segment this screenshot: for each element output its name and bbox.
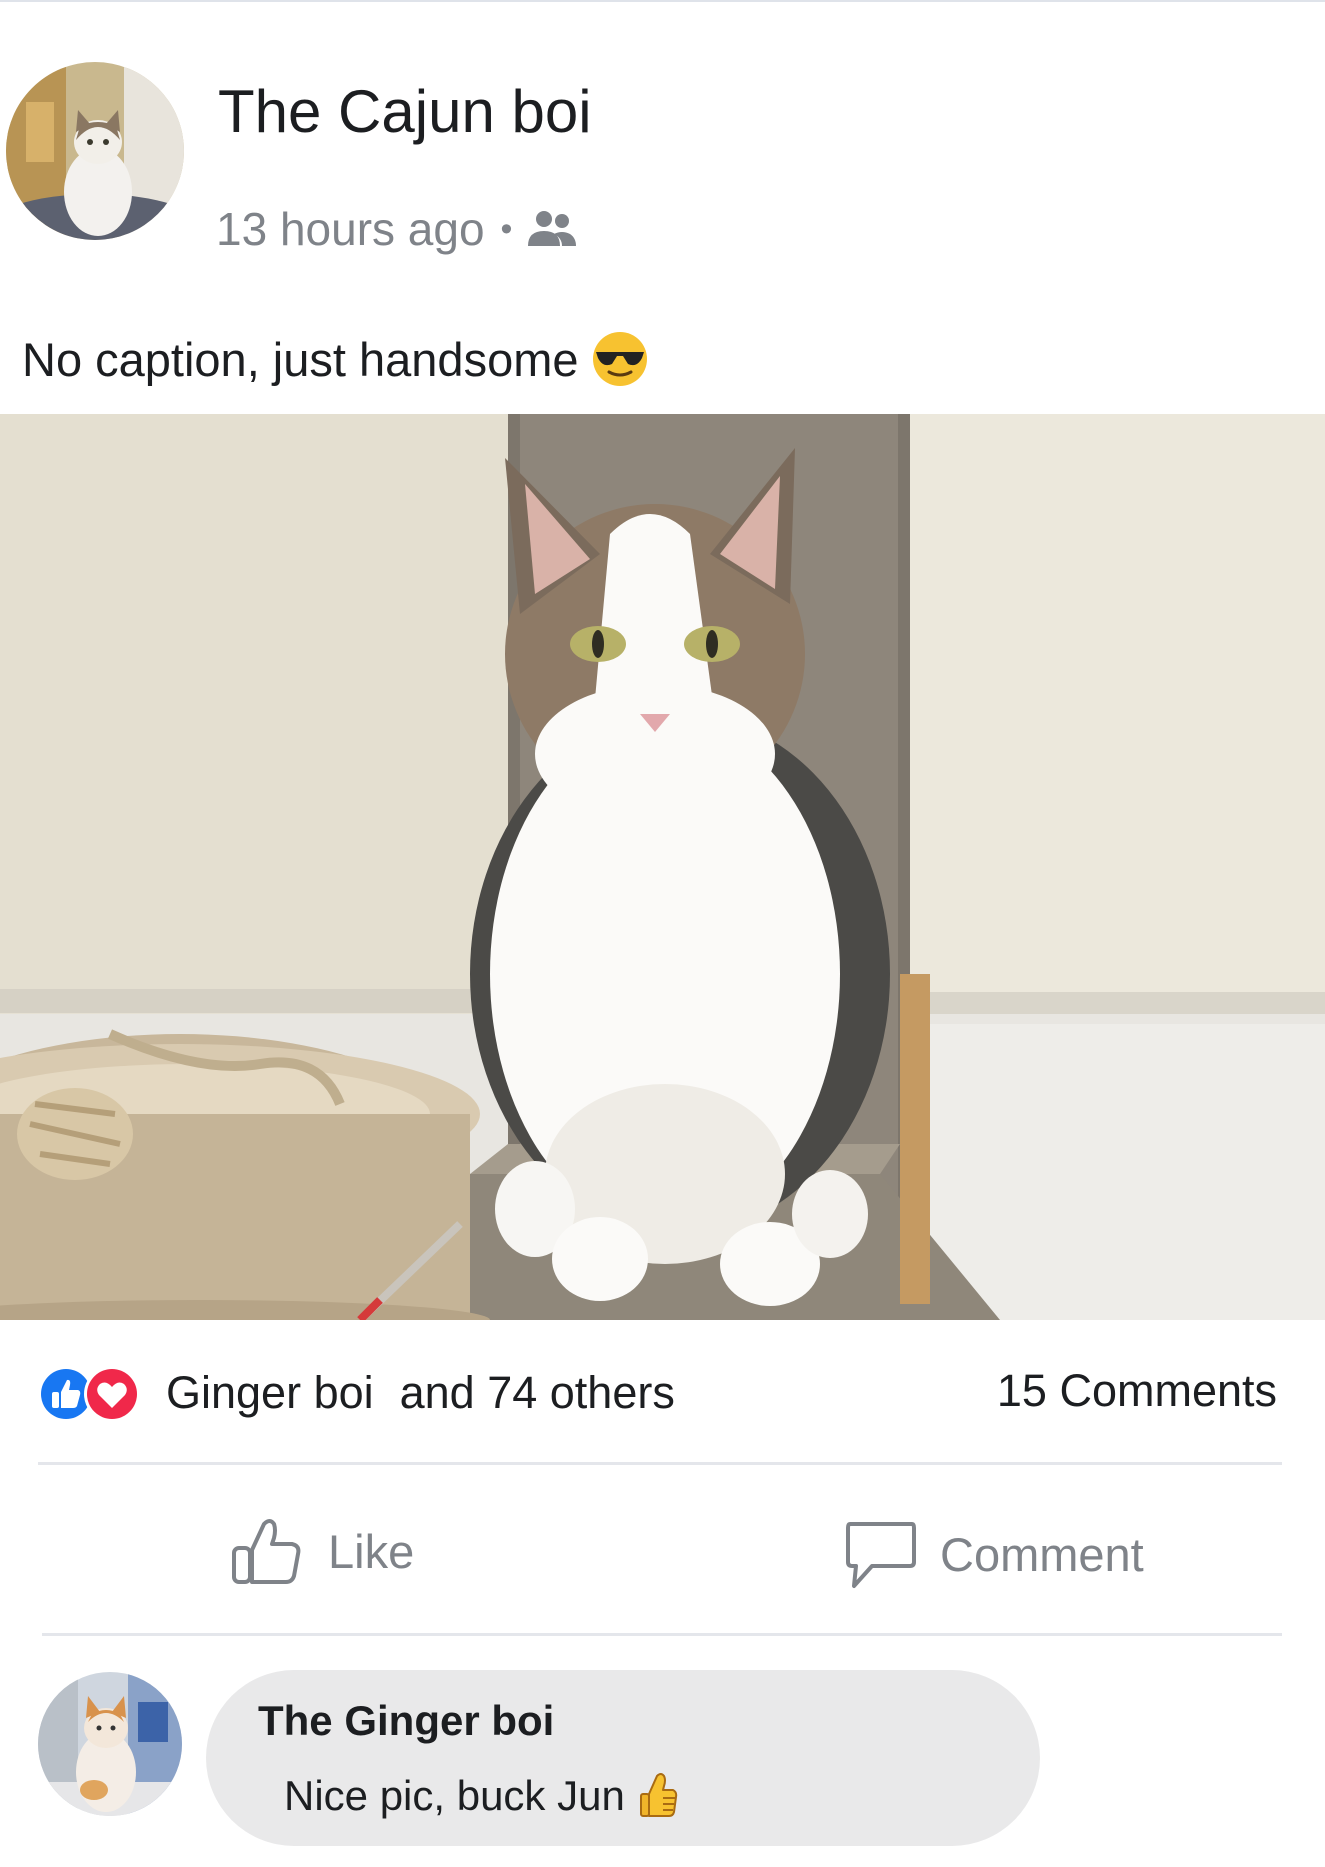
thumbs-up-icon bbox=[639, 1772, 679, 1820]
post-meta: 13 hours ago • bbox=[216, 206, 578, 252]
top-border bbox=[0, 0, 1325, 2]
reaction-first-name[interactable]: Ginger boi bbox=[166, 1370, 374, 1415]
post-author-name[interactable]: The Cajun boi bbox=[218, 82, 592, 142]
love-reaction-icon bbox=[84, 1366, 140, 1422]
comment-body: Nice pic, buck Jun bbox=[284, 1772, 625, 1819]
like-button[interactable]: Like bbox=[228, 1512, 414, 1590]
reaction-others-text[interactable]: and 74 others bbox=[400, 1370, 675, 1415]
friends-icon[interactable] bbox=[524, 206, 578, 252]
meta-separator: • bbox=[500, 210, 513, 248]
comments-count[interactable]: 15 Comments bbox=[997, 1368, 1277, 1413]
comment-button[interactable]: Comment bbox=[844, 1516, 1144, 1592]
like-label: Like bbox=[328, 1524, 415, 1578]
divider-top bbox=[38, 1462, 1282, 1465]
caption-text: No caption, just handsome bbox=[22, 332, 579, 386]
comment-label: Comment bbox=[940, 1527, 1144, 1581]
comment-text: Nice pic, buck Jun bbox=[284, 1772, 679, 1820]
smiling-face-with-sunglasses-icon bbox=[591, 330, 649, 388]
post-photo[interactable] bbox=[0, 414, 1325, 1320]
comment-bubble: The Ginger boi Nice pic, buck Jun bbox=[206, 1670, 1040, 1846]
comment-bubble-icon bbox=[844, 1516, 918, 1592]
divider-bottom bbox=[42, 1633, 1282, 1636]
author-avatar[interactable] bbox=[6, 62, 184, 240]
commenter-avatar[interactable] bbox=[38, 1672, 182, 1816]
post-timestamp[interactable]: 13 hours ago bbox=[216, 206, 485, 252]
post-caption: No caption, just handsome bbox=[22, 330, 649, 388]
reaction-icons bbox=[38, 1362, 156, 1422]
reactions-summary[interactable]: Ginger boi and 74 others bbox=[38, 1362, 675, 1422]
commenter-name[interactable]: The Ginger boi bbox=[258, 1700, 554, 1742]
thumbs-up-outline-icon bbox=[228, 1512, 306, 1590]
